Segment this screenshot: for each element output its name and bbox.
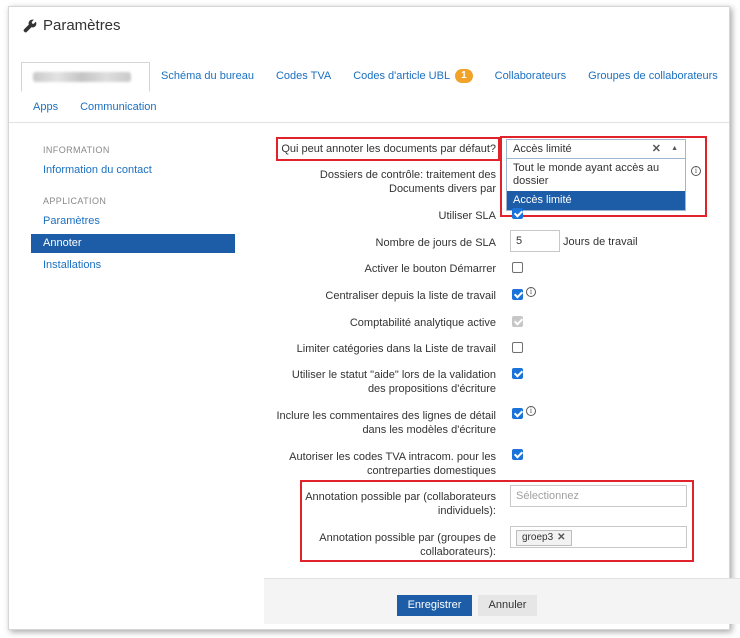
analytique-checkbox	[512, 316, 523, 327]
sidebar-section-application: APPLICATION	[43, 196, 107, 206]
tab-label: Codes d'article UBL	[353, 70, 451, 82]
sidebar: INFORMATION Information du contact APPLI…	[31, 145, 235, 275]
aide-checkbox[interactable]	[512, 368, 523, 379]
centraliser-label: Centraliser depuis la liste de travail	[325, 290, 496, 302]
cancel-button[interactable]: Annuler	[478, 595, 537, 616]
demarrer-checkbox[interactable]	[512, 262, 523, 273]
sidebar-item-annoter[interactable]: Annoter	[31, 234, 235, 253]
access-select[interactable]: Accès limité ✕ ▲	[506, 139, 686, 159]
tab-schema-bureau[interactable]: Schéma du bureau	[150, 61, 265, 91]
save-button[interactable]: Enregistrer	[397, 595, 472, 616]
centraliser-checkbox[interactable]	[512, 289, 523, 300]
annot-groupes-label: Annotation possible par (groupes de coll…	[319, 532, 496, 558]
group-tag-label: groep3	[522, 532, 554, 543]
remove-tag-icon[interactable]: ✕	[557, 531, 565, 545]
default-annotate-label: Qui peut annoter les documents par défau…	[281, 143, 496, 155]
group-tag: groep3 ✕	[516, 530, 572, 546]
access-dropdown: Tout le monde ayant accès au dossier Acc…	[506, 159, 686, 211]
sidebar-item-installations[interactable]: Installations	[31, 256, 235, 275]
tva-intracom-label: Autoriser les codes TVA intracom. pour l…	[289, 451, 496, 477]
dropdown-option-all[interactable]: Tout le monde ayant accès au dossier	[507, 159, 685, 191]
limiter-checkbox[interactable]	[512, 342, 523, 353]
tab-label: Schéma du bureau	[161, 70, 254, 82]
count-badge: 1	[455, 69, 473, 83]
sla-label: Utiliser SLA	[438, 210, 496, 222]
tab-codes-tva[interactable]: Codes TVA	[265, 61, 342, 91]
tva-intracom-checkbox[interactable]	[512, 449, 523, 460]
tabs-row-1: Schéma du bureau Codes TVA Codes d'artic…	[9, 61, 729, 92]
collaborators-select[interactable]: Sélectionnez	[510, 485, 687, 507]
sla-days-suffix: Jours de travail	[563, 236, 638, 248]
info-icon[interactable]: i	[526, 287, 536, 297]
page-title: Paramètres	[43, 17, 121, 34]
sidebar-section-information: INFORMATION	[43, 145, 110, 155]
tab-communication[interactable]: Communication	[69, 92, 167, 122]
sidebar-item-contact[interactable]: Information du contact	[31, 161, 235, 180]
dropdown-option-limited[interactable]: Accès limité	[507, 191, 685, 210]
tab-label: Apps	[33, 101, 59, 113]
tab-collaborateurs[interactable]: Collaborateurs	[484, 61, 578, 91]
aide-label: Utiliser le statut "aide" lors de la val…	[291, 369, 496, 395]
tab-label: Groupes de collaborateurs	[588, 70, 718, 82]
sla-checkbox[interactable]	[512, 208, 523, 219]
access-select-value: Accès limité	[513, 143, 572, 155]
sla-days-input[interactable]: 5	[510, 230, 560, 252]
tab-label: Communication	[80, 101, 157, 113]
tab-codes-article-ubl[interactable]: Codes d'article UBL 1	[342, 61, 483, 91]
clear-icon[interactable]: ✕	[652, 140, 661, 158]
sidebar-item-parametres[interactable]: Paramètres	[31, 212, 235, 231]
chevron-up-icon[interactable]: ▲	[671, 140, 678, 158]
tab-company[interactable]	[21, 62, 150, 92]
commentaires-label: Inclure les commentaires des lignes de d…	[276, 410, 496, 436]
info-icon[interactable]: i	[691, 166, 701, 176]
annot-indiv-label: Annotation possible par (collaborateurs …	[305, 491, 496, 517]
blurred-company-name	[33, 72, 131, 82]
info-icon[interactable]: i	[526, 406, 536, 416]
tabs-divider	[9, 122, 729, 123]
analytique-label: Comptabilité analytique active	[349, 317, 496, 329]
limiter-label: Limiter catégories dans la Liste de trav…	[296, 343, 496, 355]
page-header: Paramètres	[23, 17, 121, 34]
groups-select[interactable]: groep3 ✕	[510, 526, 687, 548]
controle-label: Dossiers de contrôle: traitement des Doc…	[319, 169, 496, 195]
tab-groupes-collaborateurs[interactable]: Groupes de collaborateurs	[577, 61, 729, 91]
wrench-icon	[23, 19, 37, 32]
commentaires-checkbox[interactable]	[512, 408, 523, 419]
tabs-row-2: Apps Communication	[9, 92, 729, 122]
sla-days-label: Nombre de jours de SLA	[375, 237, 496, 249]
tab-label: Collaborateurs	[494, 70, 567, 82]
demarrer-label: Activer le bouton Démarrer	[364, 263, 496, 275]
tab-apps[interactable]: Apps	[23, 92, 69, 122]
tab-label: Codes TVA	[275, 70, 332, 82]
